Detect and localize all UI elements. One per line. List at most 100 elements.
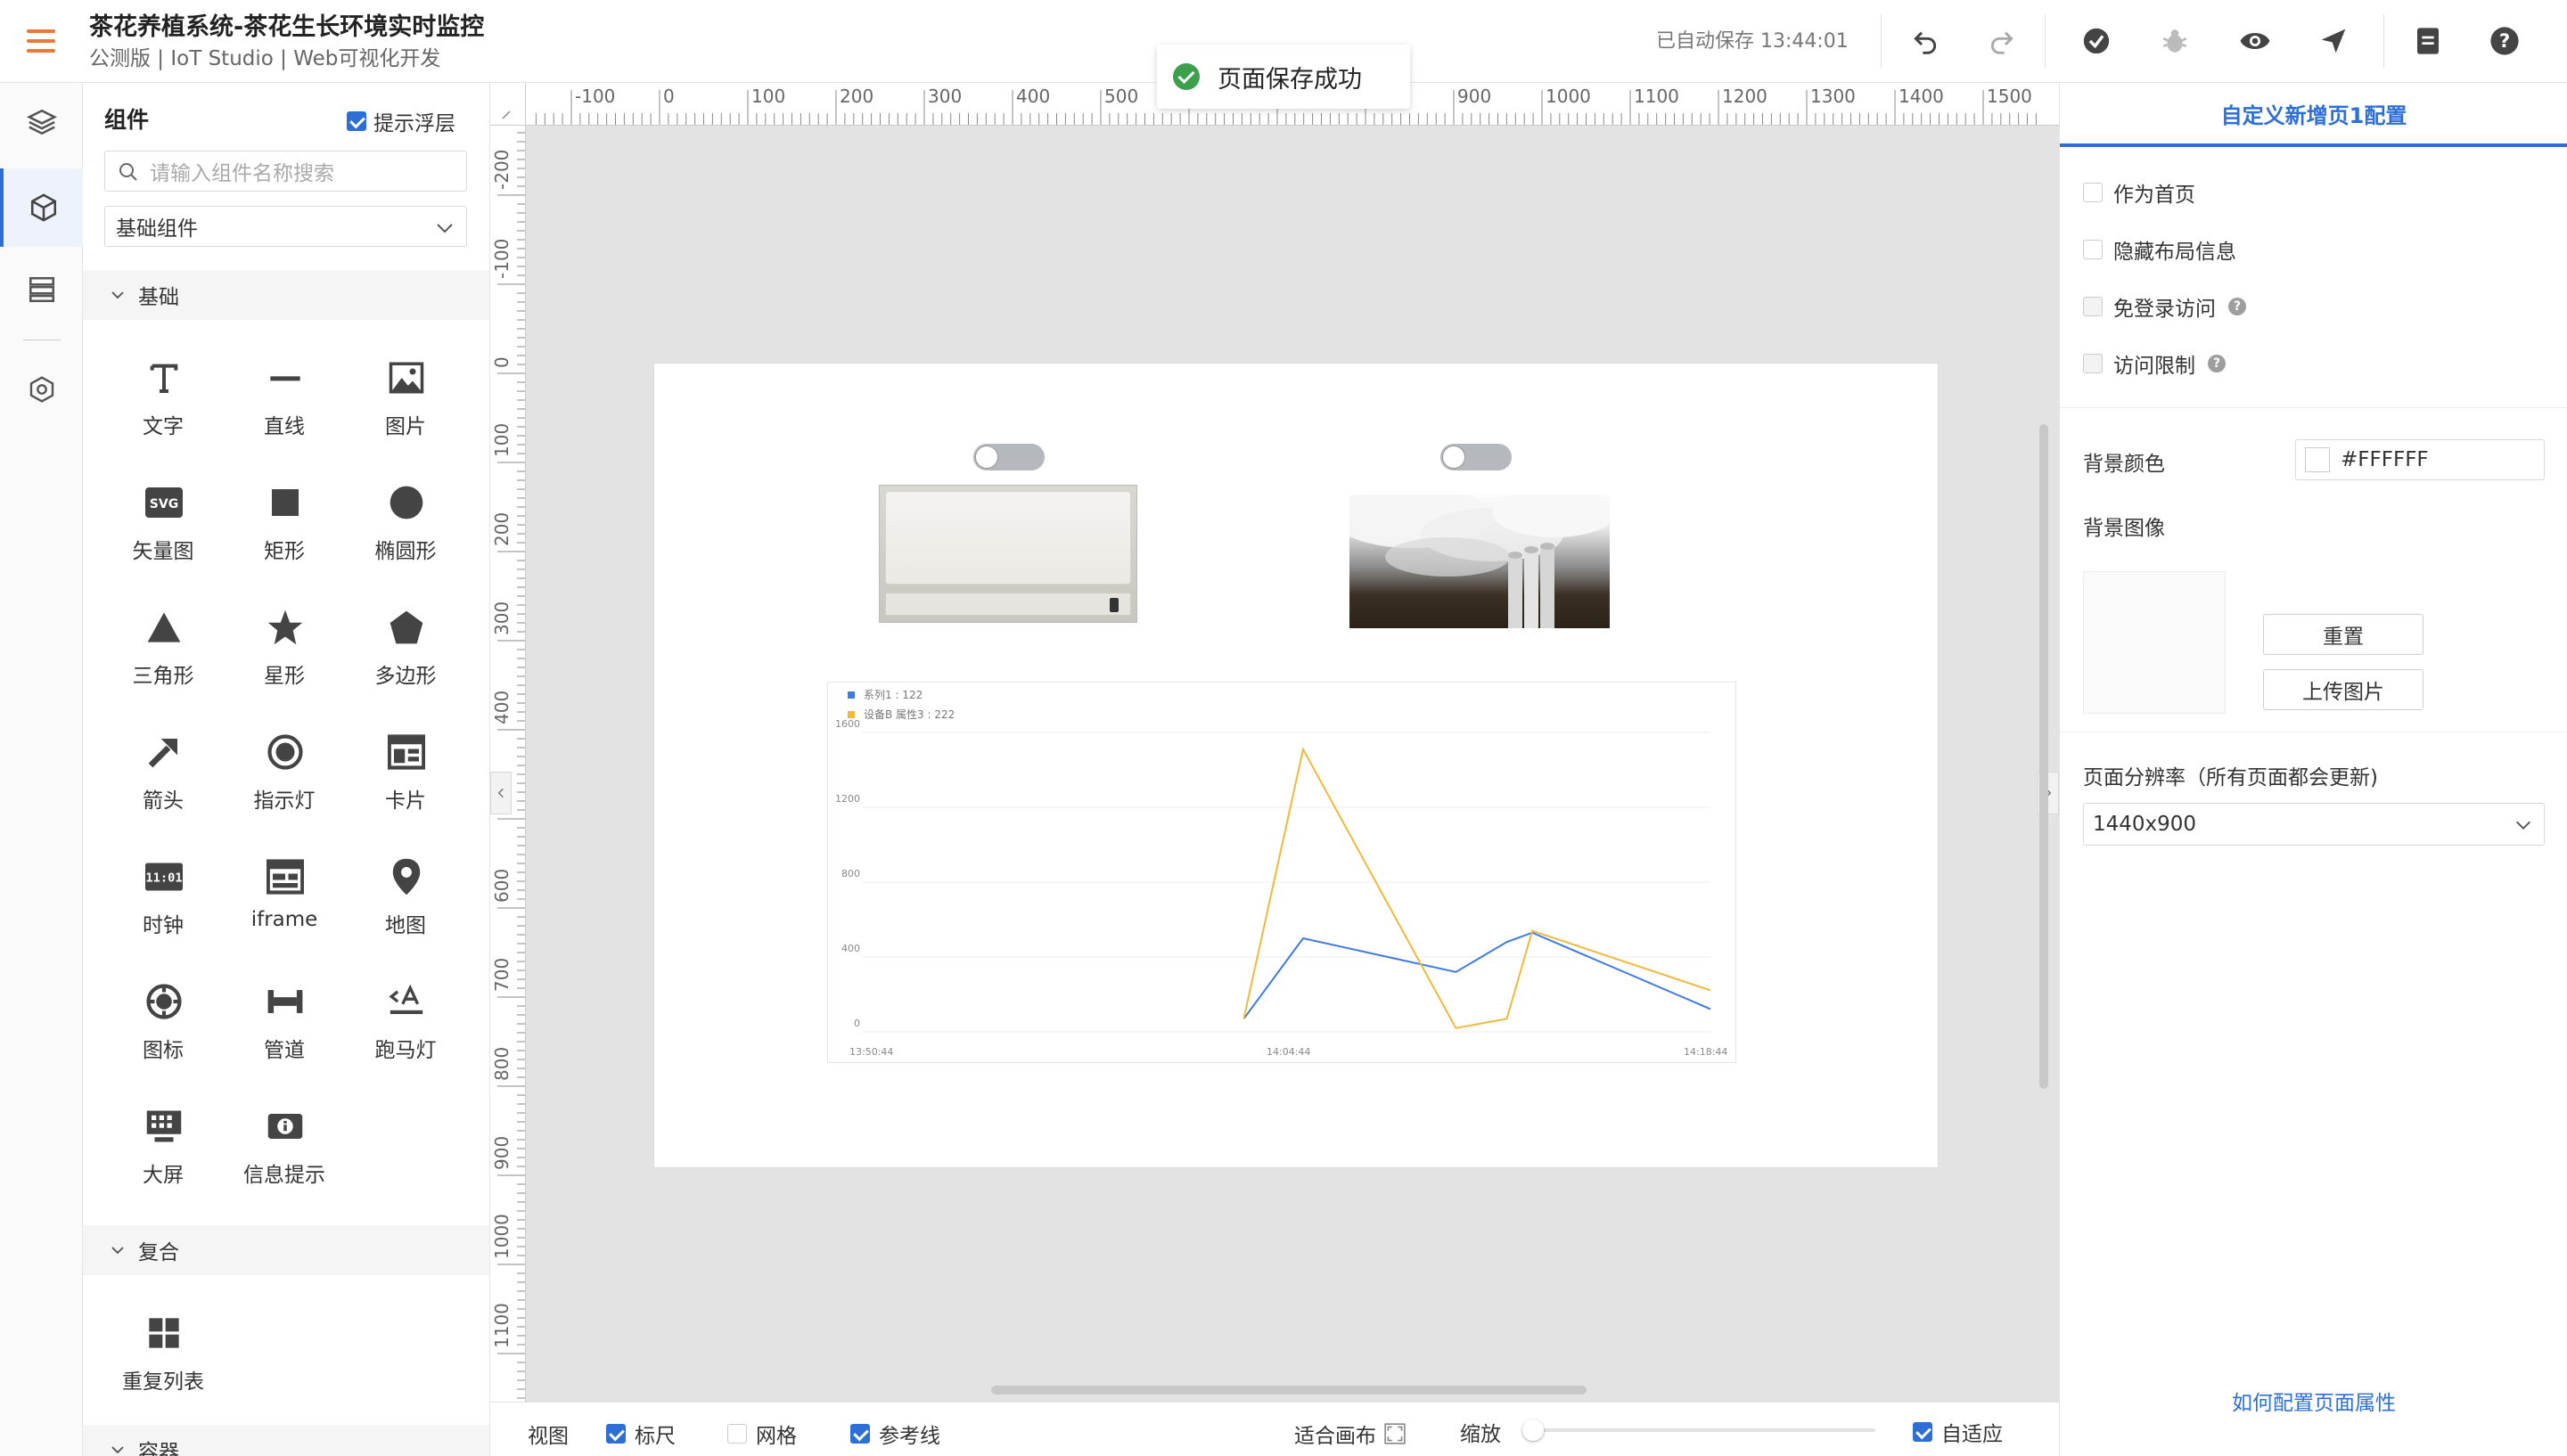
menu-icon[interactable] [25, 25, 57, 57]
bug-icon[interactable] [2155, 21, 2194, 61]
component-search-input[interactable]: 请输入组件名称搜索 [104, 151, 467, 192]
component-label: 重复列表 [122, 1370, 204, 1394]
component-arrow[interactable]: 箭头 [110, 717, 217, 833]
component-indicator[interactable]: 指示灯 [231, 717, 338, 833]
divider [2060, 407, 2567, 408]
color-swatch[interactable] [2305, 447, 2330, 472]
air-conditioner-image[interactable] [879, 485, 1137, 623]
help-icon[interactable]: ? [2208, 355, 2226, 372]
ruler-label: 1000 [1546, 86, 1591, 107]
auto-fit-checkbox[interactable]: 自适应 [1913, 1417, 2003, 1447]
bg-image-preview[interactable] [2083, 571, 2226, 714]
component-star[interactable]: 星形 [231, 593, 338, 708]
category-select[interactable]: 基础组件 [104, 206, 467, 247]
layers-icon[interactable] [0, 83, 83, 161]
tip-layer-checkbox[interactable]: 提示浮层 [347, 106, 455, 136]
component-polygon[interactable]: 多边形 [352, 593, 459, 708]
ruler-label: 0 [663, 86, 675, 107]
no-login-option[interactable]: 免登录访问 ? [2083, 291, 2246, 322]
line-chart-svg: 系列1 : 122 设备B 属性3 : 222 0 400 800 1200 1600 13:… [835, 689, 1727, 1058]
fit-canvas-button[interactable]: 适合画布 [1294, 1419, 1407, 1449]
app-title: 茶花养植系统-茶花生长环境实时监控 [89, 13, 485, 41]
component-repeat-list[interactable]: 重复列表 [110, 1298, 217, 1414]
list-icon[interactable] [0, 250, 83, 329]
component-svg[interactable]: SVG 矢量图 [110, 468, 217, 584]
component-iframe[interactable]: iframe [231, 842, 338, 958]
chevron-down-icon [111, 1247, 124, 1255]
component-rect[interactable]: 矩形 [231, 468, 338, 584]
component-pipe[interactable]: 管道 [231, 967, 338, 1083]
undo-icon[interactable] [1906, 21, 1945, 61]
component-line[interactable]: 直线 [231, 343, 338, 459]
ruler-checkbox[interactable]: 标尺 [606, 1419, 676, 1449]
component-image[interactable]: 图片 [352, 343, 459, 459]
collapse-left-button[interactable] [490, 772, 512, 814]
check-circle-icon[interactable] [2077, 21, 2116, 61]
horizontal-scrollbar[interactable] [991, 1386, 1587, 1395]
component-info[interactable]: 信息提示 [231, 1092, 338, 1207]
component-icon[interactable]: 图标 [110, 967, 217, 1083]
config-help-link[interactable]: 如何配置页面属性 [2060, 1386, 2567, 1416]
section-basic[interactable]: 基础 [83, 270, 489, 320]
section-composite[interactable]: 复合 [83, 1225, 489, 1275]
send-icon[interactable] [2314, 21, 2353, 61]
eye-icon[interactable] [2235, 21, 2275, 61]
settings-hex-icon[interactable] [0, 350, 83, 429]
component-label: iframe [250, 908, 318, 931]
help-icon[interactable]: ? [2485, 21, 2524, 61]
checkbox[interactable] [2083, 240, 2103, 259]
document-icon[interactable] [2408, 21, 2448, 61]
ruler-label: 300 [491, 601, 513, 635]
checkbox[interactable] [347, 111, 366, 131]
guide-checkbox[interactable]: 参考线 [850, 1419, 940, 1449]
hide-layout-option[interactable]: 隐藏布局信息 [2083, 234, 2236, 265]
toggle-switch-1[interactable] [973, 444, 1045, 470]
toggle-switch-2[interactable] [1440, 444, 1512, 470]
ruler-corner [490, 83, 526, 126]
component-marquee[interactable]: 跑马灯 [352, 967, 459, 1083]
checkbox[interactable] [727, 1424, 747, 1444]
homepage-option[interactable]: 作为首页 [2083, 177, 2195, 208]
zoom-slider-handle[interactable] [1522, 1419, 1544, 1441]
bg-color-value: #FFFFFF [2341, 448, 2429, 471]
resolution-select[interactable]: 1440x900 [2083, 803, 2545, 846]
design-page[interactable]: 系列1 : 122 设备B 属性3 : 222 0 400 800 1200 1600 13:… [654, 364, 1938, 1167]
pipe-icon [267, 983, 304, 1020]
upload-image-button[interactable]: 上传图片 [2263, 669, 2423, 710]
component-label: 图标 [143, 1039, 184, 1062]
cube-icon[interactable] [0, 168, 83, 247]
grid-checkbox[interactable]: 网格 [727, 1419, 797, 1449]
svg-text:11:01: 11:01 [145, 871, 182, 885]
config-panel-title[interactable]: 自定义新增页1配置 [2060, 83, 2567, 147]
section-container[interactable]: 容器 [83, 1425, 489, 1456]
access-limit-option[interactable]: 访问限制 ? [2083, 348, 2226, 379]
checkbox[interactable] [2083, 183, 2103, 202]
reset-button[interactable]: 重置 [2263, 614, 2423, 655]
vertical-scrollbar[interactable] [2039, 424, 2048, 1089]
ruler-label: 800 [491, 1047, 513, 1081]
checkbox[interactable] [2083, 297, 2103, 316]
redo-icon[interactable] [1982, 21, 2022, 61]
component-triangle[interactable]: 三角形 [110, 593, 217, 708]
checkbox[interactable] [850, 1424, 870, 1444]
ruler-label: 1100 [491, 1303, 513, 1348]
humidifier-smoke-image[interactable] [1349, 495, 1610, 628]
triangle-icon [145, 609, 183, 646]
ruler-label: 0 [491, 356, 513, 368]
bg-color-input[interactable]: #FFFFFF [2295, 439, 2545, 480]
component-ellipse[interactable]: 椭圆形 [352, 468, 459, 584]
checkbox[interactable] [1913, 1422, 1932, 1442]
component-card[interactable]: 卡片 [352, 717, 459, 833]
component-screen[interactable]: 大屏 [110, 1092, 217, 1207]
ruler-label: -100 [491, 239, 513, 279]
help-icon[interactable]: ? [2228, 298, 2246, 315]
x-tick-label: 14:04:44 [1267, 1046, 1310, 1058]
component-text[interactable]: 文字 [110, 343, 217, 459]
zoom-slider[interactable] [1522, 1419, 1875, 1441]
component-clock[interactable]: 11:01 时钟 [110, 842, 217, 958]
line-chart[interactable]: 系列1 : 122 设备B 属性3 : 222 0 400 800 1200 1600 13:… [827, 682, 1736, 1063]
checkbox[interactable] [2083, 354, 2103, 373]
ruler-label: 200 [840, 86, 873, 107]
component-map[interactable]: 地图 [352, 842, 459, 958]
checkbox[interactable] [606, 1424, 626, 1444]
